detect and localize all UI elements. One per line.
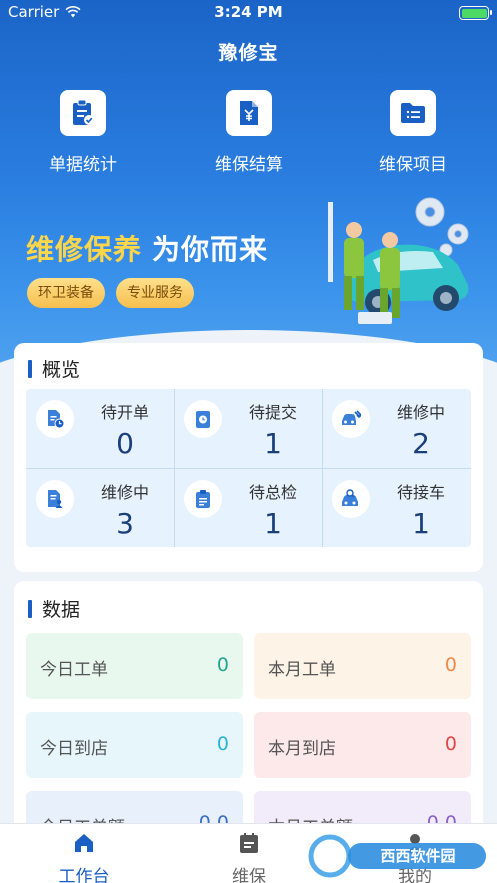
car-search-icon bbox=[332, 480, 370, 518]
stat-value: 0 bbox=[444, 733, 457, 755]
clipboard-icon bbox=[184, 480, 222, 518]
overview-item-pending-pickup[interactable]: 待接车 1 bbox=[322, 469, 470, 548]
stat-today-visits[interactable]: 今日到店 0 bbox=[26, 712, 243, 778]
banner-slogan: 维修保养 为你而来 bbox=[26, 228, 268, 268]
banner-slogan-part2: 为你而来 bbox=[152, 233, 269, 266]
overview-value: 2 bbox=[412, 427, 430, 460]
overview-value: 3 bbox=[116, 507, 134, 540]
quick-action-projects[interactable]: 维保项目 bbox=[353, 90, 473, 175]
tab-label: 维保 bbox=[232, 867, 266, 883]
overview-title: 概览 bbox=[28, 355, 80, 382]
battery-icon bbox=[459, 6, 492, 20]
overview-value: 1 bbox=[264, 507, 282, 540]
overview-label: 维修中 bbox=[100, 483, 149, 502]
quick-action-label: 维保项目 bbox=[379, 155, 447, 175]
document-clock-icon bbox=[36, 400, 74, 438]
site-watermark-logo: 西西软件园 bbox=[308, 834, 486, 878]
svg-text:西西软件园: 西西软件园 bbox=[380, 847, 455, 865]
overview-item-pending-order[interactable]: 待开单 0 bbox=[26, 389, 174, 468]
quick-action-doc-stats[interactable]: 单据统计 bbox=[23, 90, 143, 175]
overview-value: 1 bbox=[264, 427, 282, 460]
banner-tag: 环卫装备 bbox=[27, 278, 105, 308]
overview-item-in-repair[interactable]: 维修中 2 bbox=[322, 389, 470, 468]
overview-value: 1 bbox=[412, 507, 430, 540]
quick-action-settlement[interactable]: 维保结算 bbox=[189, 90, 309, 175]
tab-label: 工作台 bbox=[58, 867, 110, 883]
overview-value: 0 bbox=[116, 427, 134, 460]
overview-label: 待总检 bbox=[248, 483, 297, 502]
quick-action-label: 维保结算 bbox=[215, 155, 283, 175]
stat-month-orders[interactable]: 本月工单 0 bbox=[254, 633, 471, 699]
car-wrench-icon bbox=[332, 400, 370, 438]
overview-item-pending-submit[interactable]: 待提交 1 bbox=[174, 389, 322, 468]
overview-grid: 待开单 0 待提交 1 维修中 2 维修中 3 待总检 1 待接车 1 bbox=[26, 389, 471, 547]
tab-workbench[interactable]: 工作台 bbox=[34, 830, 134, 883]
overview-label: 待提交 bbox=[248, 403, 297, 422]
banner-slogan-part1: 维修保养 bbox=[26, 233, 143, 266]
stat-label: 今日工单 bbox=[40, 660, 108, 680]
stat-label: 本月到店 bbox=[268, 739, 336, 759]
overview-item-in-repair-2[interactable]: 维修中 3 bbox=[26, 469, 174, 548]
overview-label: 待接车 bbox=[396, 483, 445, 502]
overview-card: 概览 待开单 0 待提交 1 维修中 2 维修中 3 待总检 1 待接车 1 bbox=[14, 343, 483, 572]
status-bar: Carrier 3:24 PM bbox=[0, 0, 497, 26]
clipboard-check-icon bbox=[60, 90, 106, 136]
stat-value: 0 bbox=[444, 654, 457, 676]
stat-label: 今日到店 bbox=[40, 739, 108, 759]
overview-label: 待开单 bbox=[100, 403, 149, 422]
overview-item-final-check[interactable]: 待总检 1 bbox=[174, 469, 322, 548]
stat-label: 本月工单 bbox=[268, 660, 336, 680]
status-time: 3:24 PM bbox=[214, 3, 283, 21]
data-card: 数据 今日工单 0 本月工单 0 今日到店 0 本月到店 0 今日工单额 0.0… bbox=[14, 581, 483, 857]
home-icon bbox=[34, 830, 134, 856]
stat-value: 0 bbox=[216, 654, 229, 676]
stat-today-orders[interactable]: 今日工单 0 bbox=[26, 633, 243, 699]
mechanics-car-illustration bbox=[328, 197, 469, 324]
app-title: 豫修宝 bbox=[218, 42, 279, 64]
tab-maintenance[interactable]: 维保 bbox=[199, 830, 299, 883]
banner-tag: 专业服务 bbox=[116, 278, 194, 308]
yen-document-icon bbox=[226, 90, 272, 136]
folder-list-icon bbox=[390, 90, 436, 136]
overview-label: 维修中 bbox=[396, 403, 445, 422]
calendar-icon bbox=[199, 830, 299, 856]
clock-icon bbox=[184, 400, 222, 438]
stat-month-visits[interactable]: 本月到店 0 bbox=[254, 712, 471, 778]
stat-value: 0 bbox=[216, 733, 229, 755]
quick-action-label: 单据统计 bbox=[49, 155, 117, 175]
document-user-icon bbox=[36, 480, 74, 518]
data-title: 数据 bbox=[28, 595, 80, 622]
